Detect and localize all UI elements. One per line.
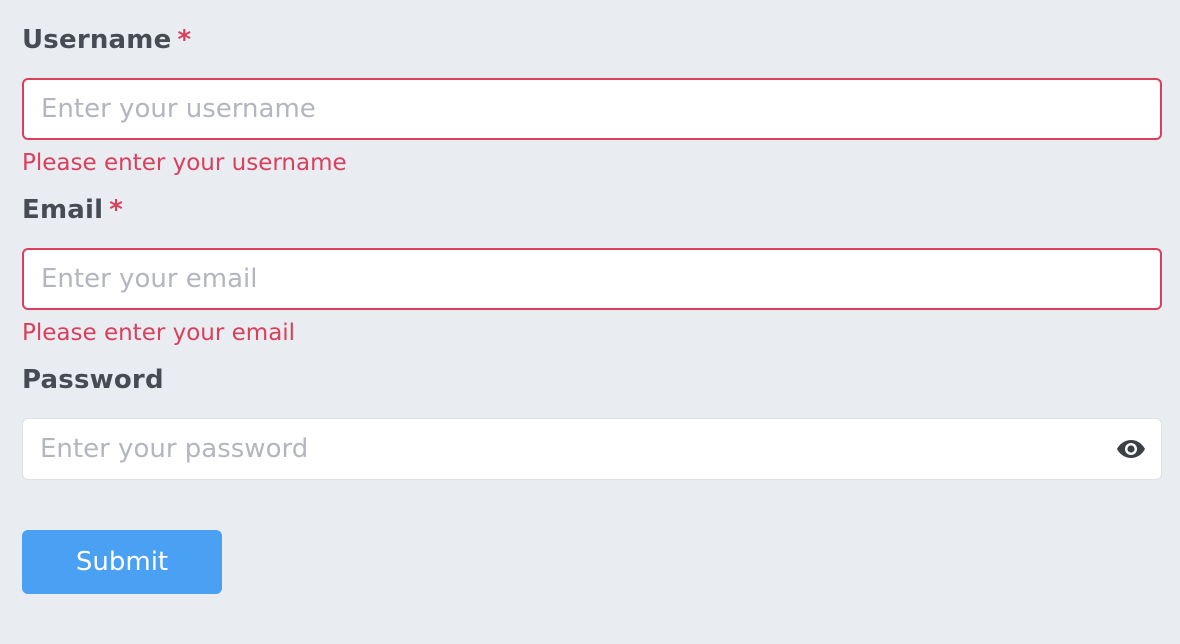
username-input[interactable] [24, 80, 1160, 138]
email-field-container [22, 248, 1162, 310]
username-required-mark: * [177, 25, 192, 55]
email-required-mark: * [109, 195, 124, 225]
username-label-text: Username [22, 25, 172, 55]
password-field-container [22, 418, 1162, 480]
username-error-message: Please enter your username [22, 150, 347, 176]
password-input[interactable] [23, 419, 1115, 479]
email-label-text: Email [22, 195, 104, 225]
username-label: Username * [22, 20, 191, 60]
email-error-message: Please enter your email [22, 320, 296, 346]
username-field-container [22, 78, 1162, 140]
submit-button[interactable]: Submit [22, 530, 222, 594]
email-input[interactable] [24, 250, 1160, 308]
password-label-text: Password [22, 365, 164, 395]
eye-icon[interactable] [1115, 437, 1147, 461]
password-label: Password [22, 360, 164, 400]
email-label: Email * [22, 190, 123, 230]
